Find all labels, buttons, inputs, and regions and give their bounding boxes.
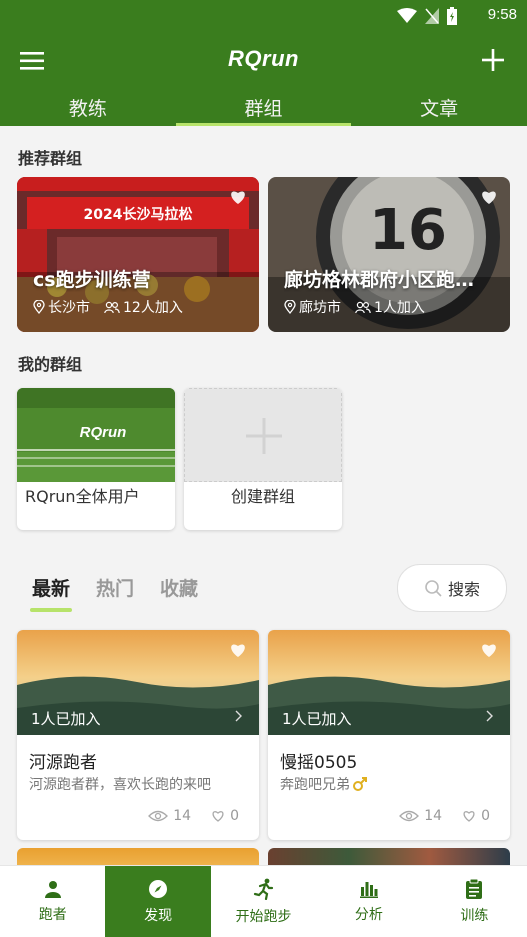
nav-runners[interactable]: 跑者	[0, 866, 105, 937]
rqrun-logo: RQrun	[80, 424, 127, 441]
nav-label: 发现	[144, 907, 173, 924]
chevron-right-icon	[486, 710, 493, 722]
create-placeholder	[184, 388, 342, 482]
group-post-card[interactable]: 1人已加入 河源跑者 河源跑者群，喜欢长跑的来吧 14 0	[17, 630, 259, 840]
search-button[interactable]: 搜索	[397, 564, 507, 612]
group-name: cs跑步训练营	[33, 269, 151, 291]
app-title: RQrun	[228, 46, 299, 71]
location-icon	[33, 300, 45, 314]
location-icon	[284, 300, 296, 314]
feed-tabs: 最新 热门 收藏	[29, 574, 198, 612]
heart-outline-icon	[212, 811, 224, 822]
compass-icon	[149, 879, 168, 898]
eye-icon	[148, 810, 169, 822]
eye-icon	[399, 810, 420, 822]
clipboard-icon	[466, 878, 483, 899]
members-icon	[355, 301, 371, 313]
nav-label: 分析	[354, 906, 383, 923]
post-description: 奔跑吧兄弟	[280, 774, 368, 794]
group-cover-image: RQrun	[17, 388, 175, 482]
search-icon	[425, 580, 442, 597]
group-name: 廊坊格林郡府小区跑…	[284, 269, 475, 291]
recommended-group-card[interactable]: 16 廊坊格林郡府小区跑… 廊坊市 1人加入	[268, 177, 510, 332]
chevron-right-icon	[235, 710, 242, 722]
battery-icon	[447, 7, 457, 25]
group-members: 12人加入	[123, 300, 183, 316]
tab-favorites[interactable]: 收藏	[160, 574, 198, 601]
nav-label: 开始跑步	[235, 908, 292, 925]
joined-count: 1人已加入	[282, 710, 352, 728]
group-meta: 廊坊市 1人加入	[284, 297, 425, 317]
like-count: 0	[481, 808, 490, 824]
male-icon	[353, 777, 367, 791]
view-count: 14	[173, 808, 192, 824]
search-label: 搜索	[447, 580, 480, 599]
plus-icon	[246, 418, 282, 454]
bar-chart-icon	[359, 881, 378, 898]
group-post-card[interactable]: 1人已加入 慢摇0505 奔跑吧兄弟 14 0	[268, 630, 510, 840]
svg-text:16: 16	[369, 198, 447, 263]
running-icon	[253, 878, 273, 900]
favorite-icon[interactable]	[480, 642, 498, 658]
post-stats: 14 0	[148, 808, 239, 824]
members-icon	[104, 301, 120, 313]
my-groups-title: 我的群组	[18, 355, 83, 374]
group-members: 1人加入	[374, 300, 425, 316]
status-bar: 9:58	[0, 0, 527, 32]
create-group-label: 创建群组	[230, 487, 295, 506]
view-count: 14	[424, 808, 443, 824]
status-icons	[397, 7, 457, 25]
signal-icon	[425, 8, 439, 24]
group-meta: 长沙市 12人加入	[33, 297, 183, 317]
favorite-icon[interactable]	[229, 642, 247, 658]
app-bar: RQrun 教练 群组 文章	[0, 32, 527, 126]
my-group-name: RQrun全体用户	[25, 487, 140, 506]
nav-label: 训练	[460, 907, 489, 924]
group-location: 廊坊市	[299, 300, 341, 316]
status-time: 9:58	[487, 6, 517, 23]
nav-training[interactable]: 训练	[422, 866, 527, 937]
heart-outline-icon	[463, 811, 475, 822]
joined-count: 1人已加入	[31, 710, 101, 728]
nav-discover[interactable]: 发现	[105, 866, 211, 937]
wifi-icon	[397, 8, 417, 23]
create-group-card[interactable]: 创建群组	[184, 388, 342, 530]
post-description-text: 奔跑吧兄弟	[280, 777, 350, 793]
top-tabs: 教练 群组 文章	[0, 94, 527, 126]
like-count: 0	[230, 808, 239, 824]
tab-latest[interactable]: 最新	[29, 574, 73, 612]
add-icon[interactable]	[481, 48, 505, 72]
tab-coach[interactable]: 教练	[0, 94, 176, 126]
my-group-card[interactable]: RQrun RQrun全体用户	[17, 388, 175, 530]
person-icon	[44, 880, 61, 898]
post-stats: 14 0	[399, 808, 490, 824]
banner-text: 2024长沙马拉松	[84, 206, 193, 223]
group-location: 长沙市	[48, 300, 90, 316]
tab-hot[interactable]: 热门	[96, 574, 134, 601]
post-description: 河源跑者群，喜欢长跑的来吧	[29, 777, 211, 793]
recommended-group-card[interactable]: 2024长沙马拉松 cs跑步训练营 长沙市 12人加入	[17, 177, 259, 332]
post-title: 河源跑者	[29, 753, 97, 773]
recommended-title: 推荐群组	[18, 149, 83, 168]
post-title: 慢摇0505	[280, 753, 358, 773]
tab-articles[interactable]: 文章	[351, 94, 527, 126]
nav-label: 跑者	[38, 906, 67, 923]
favorite-icon[interactable]	[229, 189, 247, 205]
bottom-nav: 跑者 发现 开始跑步 分析 训练	[0, 865, 527, 937]
nav-analysis[interactable]: 分析	[316, 866, 421, 937]
favorite-icon[interactable]	[480, 189, 498, 205]
nav-start-run[interactable]: 开始跑步	[211, 866, 316, 937]
tab-groups[interactable]: 群组	[175, 94, 352, 126]
